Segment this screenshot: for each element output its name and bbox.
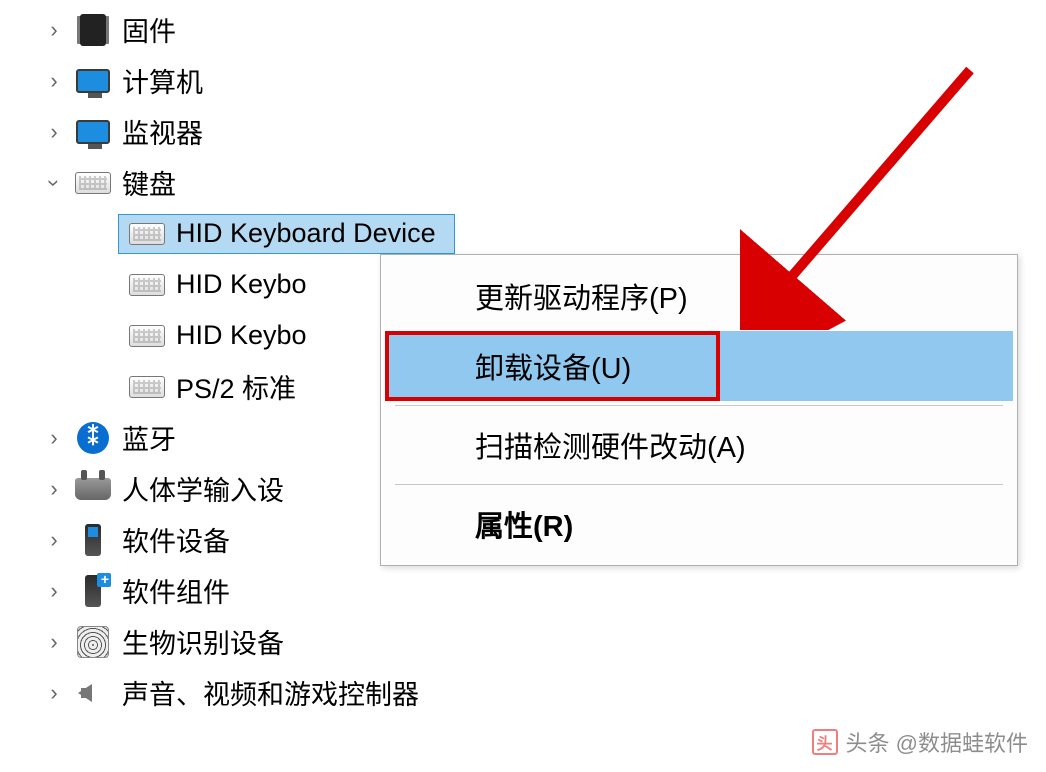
tree-label: 人体学输入设	[122, 469, 284, 508]
tree-label: 键盘	[122, 163, 176, 202]
tree-label: PS/2 标准	[176, 367, 296, 406]
tree-item-keyboard[interactable]: › 键盘	[40, 157, 1046, 208]
menu-separator	[395, 405, 1003, 406]
tree-item-software-components[interactable]: › 软件组件	[40, 565, 1046, 616]
chevron-right-icon[interactable]: ›	[40, 680, 68, 706]
chevron-down-icon[interactable]: ›	[41, 169, 67, 197]
tree-item-sound[interactable]: › 声音、视频和游戏控制器	[40, 667, 1046, 718]
tree-label: 监视器	[122, 112, 203, 151]
tree-label: HID Keyboard Device	[176, 218, 436, 249]
menu-separator	[395, 484, 1003, 485]
keyboard-icon	[74, 164, 112, 202]
chevron-right-icon[interactable]: ›	[40, 527, 68, 553]
menu-label: 属性(R)	[475, 511, 573, 543]
fingerprint-icon	[74, 623, 112, 661]
monitor-icon	[74, 62, 112, 100]
component-icon	[74, 572, 112, 610]
tree-label: 软件组件	[122, 571, 230, 610]
speaker-icon	[74, 674, 112, 712]
chevron-right-icon[interactable]: ›	[40, 425, 68, 451]
watermark-logo-icon: 头	[812, 729, 838, 755]
keyboard-icon	[128, 368, 166, 406]
watermark: 头 头条 @数据蛙软件	[812, 726, 1028, 758]
chevron-right-icon[interactable]: ›	[40, 629, 68, 655]
watermark-text: 头条 @数据蛙软件	[846, 726, 1028, 758]
menu-item-scan-hardware[interactable]: 扫描检测硬件改动(A)	[385, 410, 1013, 480]
menu-label: 扫描检测硬件改动(A)	[475, 432, 746, 464]
menu-label: 更新驱动程序(P)	[475, 283, 688, 315]
monitor-icon	[74, 113, 112, 151]
tree-label: HID Keybo	[176, 320, 307, 351]
keyboard-icon	[128, 215, 166, 253]
tree-label: 蓝牙	[122, 418, 176, 457]
tree-child-item[interactable]: HID Keyboard Device	[122, 208, 1046, 259]
menu-item-update-driver[interactable]: 更新驱动程序(P)	[385, 261, 1013, 331]
menu-item-properties[interactable]: 属性(R)	[385, 489, 1013, 559]
tree-item-monitor[interactable]: › 监视器	[40, 106, 1046, 157]
chevron-right-icon[interactable]: ›	[40, 578, 68, 604]
tree-item-biometric[interactable]: › 生物识别设备	[40, 616, 1046, 667]
bluetooth-icon: ⁑	[74, 419, 112, 457]
chevron-right-icon[interactable]: ›	[40, 119, 68, 145]
gamepad-icon	[74, 470, 112, 508]
tree-label: 软件设备	[122, 520, 230, 559]
chip-icon	[74, 11, 112, 49]
keyboard-icon	[128, 317, 166, 355]
menu-item-uninstall-device[interactable]: 卸载设备(U)	[385, 331, 1013, 401]
tree-label: 声音、视频和游戏控制器	[122, 673, 419, 712]
tree-item-computer[interactable]: › 计算机	[40, 55, 1046, 106]
tree-label: 固件	[122, 10, 176, 49]
tree-label: 计算机	[122, 61, 203, 100]
menu-label: 卸载设备(U)	[475, 353, 631, 385]
tree-label: HID Keybo	[176, 269, 307, 300]
device-icon	[74, 521, 112, 559]
tree-label: 生物识别设备	[122, 622, 284, 661]
chevron-right-icon[interactable]: ›	[40, 476, 68, 502]
chevron-right-icon[interactable]: ›	[40, 68, 68, 94]
tree-item-firmware[interactable]: › 固件	[40, 4, 1046, 55]
context-menu: 更新驱动程序(P) 卸载设备(U) 扫描检测硬件改动(A) 属性(R)	[380, 254, 1018, 566]
keyboard-icon	[128, 266, 166, 304]
chevron-right-icon[interactable]: ›	[40, 17, 68, 43]
